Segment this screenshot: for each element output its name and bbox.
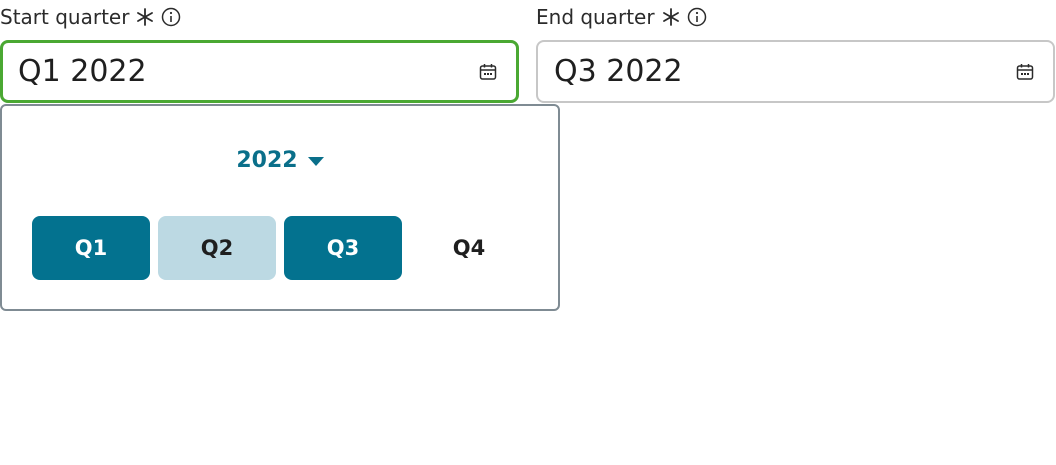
end-quarter-value: Q3 2022 <box>554 54 683 89</box>
end-quarter-input[interactable]: Q3 2022 <box>536 40 1055 103</box>
caret-down-icon <box>307 157 324 166</box>
start-quarter-value: Q1 2022 <box>18 54 147 89</box>
calendar-icon[interactable] <box>1013 60 1037 84</box>
end-quarter-field: End quarter Q3 2022 <box>536 0 1056 103</box>
info-icon[interactable] <box>161 7 181 27</box>
start-quarter-label-row: Start quarter <box>0 0 520 36</box>
start-quarter-label: Start quarter <box>0 5 130 29</box>
quarter-range-picker: Start quarter Q1 2022 End quarter Q3 202… <box>0 0 1056 465</box>
quarter-option-q3[interactable]: Q3 <box>284 216 402 280</box>
required-asterisk-icon <box>135 7 155 27</box>
info-icon[interactable] <box>687 7 707 27</box>
calendar-icon[interactable] <box>476 60 500 84</box>
quarter-option-q4[interactable]: Q4 <box>410 216 528 280</box>
quarter-options: Q1 Q2 Q3 Q4 <box>32 216 528 280</box>
year-label: 2022 <box>236 148 298 173</box>
quarter-option-q2[interactable]: Q2 <box>158 216 276 280</box>
quarter-option-q1[interactable]: Q1 <box>32 216 150 280</box>
start-quarter-field: Start quarter Q1 2022 <box>0 0 520 103</box>
required-asterisk-icon <box>661 7 681 27</box>
end-quarter-label: End quarter <box>536 5 655 29</box>
year-dropdown-button[interactable]: 2022 <box>2 148 558 173</box>
quarter-picker-popover: 2022 Q1 Q2 Q3 Q4 <box>0 104 560 311</box>
start-quarter-input[interactable]: Q1 2022 <box>0 40 519 103</box>
end-quarter-label-row: End quarter <box>536 0 1056 36</box>
